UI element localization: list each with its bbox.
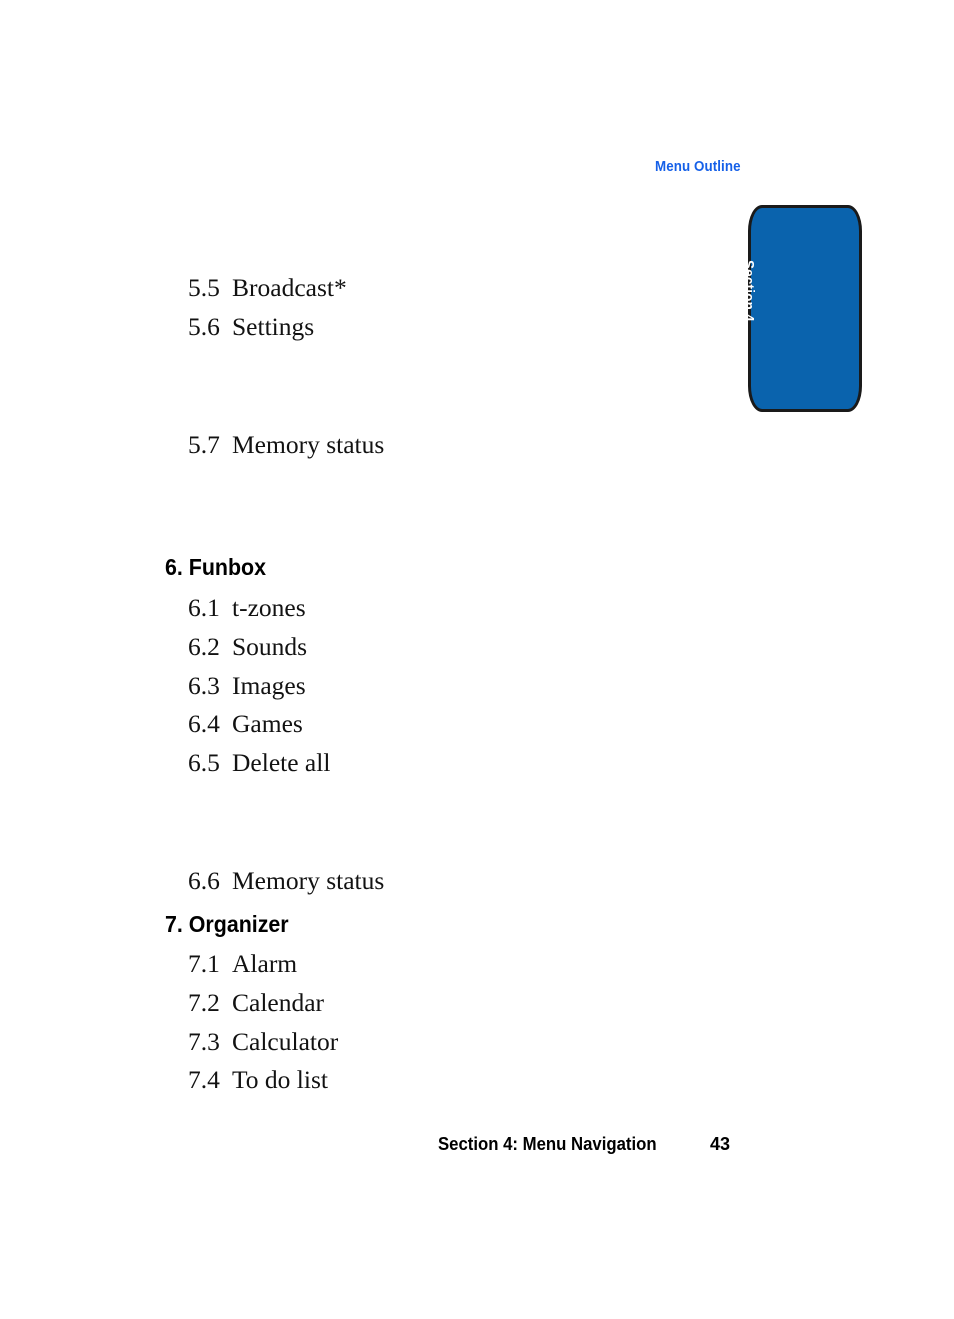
outline-item-number: 7.3 (188, 1027, 220, 1056)
outline-item-label: Memory status (232, 866, 385, 895)
outline-item-number: 6.5 (188, 748, 220, 777)
outline-item: 6.5 Delete all (188, 750, 330, 776)
section-tab-label: Section 4 (740, 260, 757, 322)
outline-item-label: Settings (232, 312, 315, 341)
outline-item-label: Delete all (232, 748, 331, 777)
outline-item-label: To do list (232, 1065, 328, 1094)
outline-item: 7.4 To do list (188, 1067, 328, 1093)
outline-item: 5.6 Settings (188, 314, 314, 340)
outline-heading: 7. Organizer (165, 911, 289, 938)
outline-item-label: Alarm (232, 949, 298, 978)
outline-heading-label: Funbox (188, 554, 267, 580)
outline-item: 6.3 Images (188, 673, 306, 699)
outline-heading-number: 6. (165, 554, 183, 580)
outline-item-number: 7.4 (188, 1065, 220, 1094)
outline-item-label: Images (232, 671, 306, 700)
outline-item-number: 6.3 (188, 671, 220, 700)
outline-item: 7.2 Calendar (188, 990, 324, 1016)
outline-heading-number: 7. (165, 911, 183, 937)
outline-item-label: Calendar (232, 988, 325, 1017)
footer-page-number: 43 (710, 1134, 731, 1154)
outline-item: 7.1 Alarm (188, 951, 297, 977)
outline-item-number: 5.6 (188, 312, 220, 341)
outline-item-number: 6.4 (188, 709, 220, 738)
outline-item-number: 7.1 (188, 949, 220, 978)
section-thumb-tab: Section 4 (740, 205, 862, 412)
outline-item-label: Broadcast* (232, 273, 347, 302)
outline-item: 6.1 t-zones (188, 595, 306, 621)
outline-item-number: 5.5 (188, 273, 220, 302)
outline-heading-label: Organizer (188, 911, 289, 937)
outline-item: 5.5 Broadcast* (188, 275, 347, 301)
outline-item: 6.2 Sounds (188, 634, 307, 660)
outline-item: 6.4 Games (188, 711, 303, 737)
outline-item: 6.6 Memory status (188, 868, 384, 894)
outline-heading: 6. Funbox (165, 554, 266, 581)
outline-item-label: Calculator (232, 1027, 339, 1056)
outline-item-label: t-zones (232, 593, 306, 622)
outline-item: 7.3 Calculator (188, 1029, 338, 1055)
footer-section-title: Section 4: Menu Navigation (438, 1134, 657, 1154)
outline-item-label: Memory status (232, 430, 385, 459)
document-page: Menu Outline Section 4 5.5 Broadcast* 5.6 S… (0, 0, 954, 1319)
outline-item-label: Sounds (232, 632, 308, 661)
running-header: Menu Outline (655, 159, 741, 175)
outline-item-label: Games (232, 709, 303, 738)
outline-item: 5.7 Memory status (188, 432, 384, 458)
outline-item-number: 5.7 (188, 430, 220, 459)
outline-item-number: 7.2 (188, 988, 220, 1017)
outline-item-number: 6.1 (188, 593, 220, 622)
outline-item-number: 6.6 (188, 866, 220, 895)
outline-item-number: 6.2 (188, 632, 220, 661)
